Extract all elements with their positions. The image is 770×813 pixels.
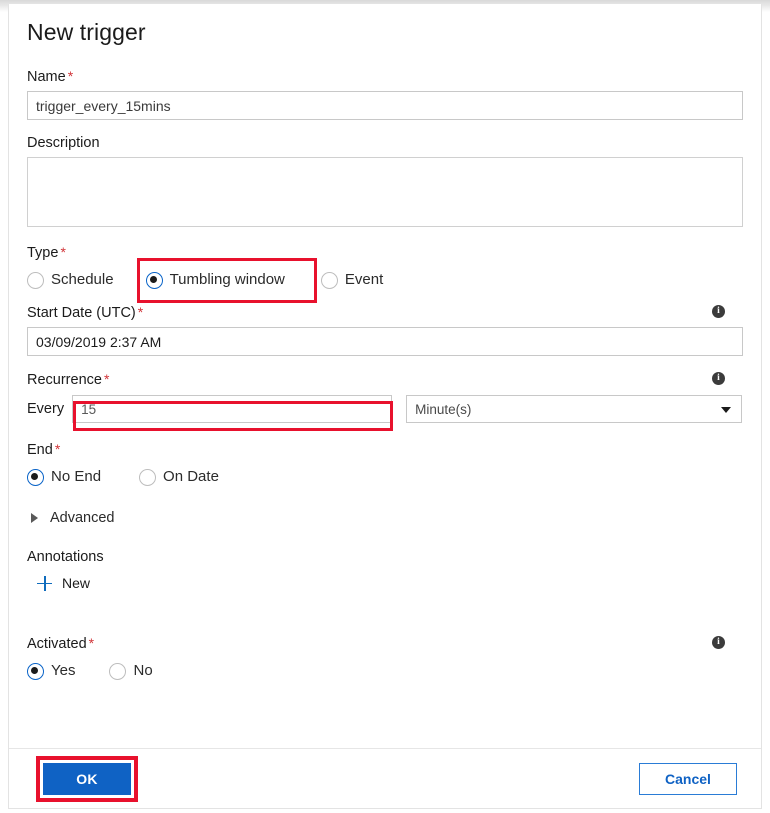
start-date-required-asterisk: * xyxy=(137,304,144,321)
advanced-label: Advanced xyxy=(50,510,115,527)
panel-body: New trigger Name* Description Type* xyxy=(9,4,761,748)
field-description: Description xyxy=(27,134,743,228)
end-radio-group: No End On Date xyxy=(27,464,743,490)
radio-type-tumbling-window-label: Tumbling window xyxy=(169,271,285,289)
page-title: New trigger xyxy=(27,19,146,45)
radio-type-schedule[interactable]: Schedule xyxy=(27,267,114,293)
start-date-label-text: Start Date (UTC) xyxy=(27,305,136,322)
chevron-down-icon xyxy=(721,407,732,414)
activated-radio-group: Yes No xyxy=(27,658,743,684)
radio-circle-selected-icon xyxy=(27,468,44,486)
cancel-button[interactable]: Cancel xyxy=(639,763,737,795)
radio-activated-yes-label: Yes xyxy=(51,662,76,680)
radio-end-on-date-label: On Date xyxy=(163,468,219,486)
annotations-new-button[interactable]: New xyxy=(37,572,743,594)
radio-end-no-end[interactable]: No End xyxy=(27,464,101,490)
start-date-label: Start Date (UTC) * xyxy=(27,303,743,322)
ok-button[interactable]: OK xyxy=(43,763,131,795)
recurrence-every-label: Every xyxy=(27,401,65,418)
radio-type-event-label: Event xyxy=(344,271,384,289)
screenshot-root: New trigger Name* Description Type* xyxy=(0,0,770,813)
new-trigger-panel: New trigger Name* Description Type* xyxy=(8,4,762,809)
field-activated: Activated * i Yes No xyxy=(27,634,743,684)
type-label: Type * xyxy=(27,243,743,262)
name-label-text: Name xyxy=(27,69,66,86)
field-start-date: Start Date (UTC) * i xyxy=(27,303,743,357)
panel-footer: OK Cancel xyxy=(9,748,761,808)
radio-circle-icon xyxy=(27,271,44,289)
radio-activated-yes[interactable]: Yes xyxy=(27,658,75,684)
type-required-asterisk: * xyxy=(60,244,66,261)
advanced-expander[interactable]: Advanced xyxy=(31,508,743,528)
radio-circle-icon xyxy=(139,468,157,486)
radio-type-event[interactable]: Event xyxy=(320,267,384,293)
start-date-input[interactable] xyxy=(27,327,743,357)
type-label-text: Type xyxy=(27,245,59,262)
description-label: Description xyxy=(27,135,100,152)
radio-circle-selected-icon xyxy=(27,662,44,680)
field-type: Type * Schedule Tumbling window Event xyxy=(27,243,743,293)
field-name: Name * xyxy=(27,67,743,121)
radio-circle-icon xyxy=(109,662,127,680)
annotations-new-label: New xyxy=(62,575,91,592)
activated-label-text: Activated xyxy=(27,636,87,653)
recurrence-required-asterisk: * xyxy=(103,371,110,388)
radio-type-schedule-label: Schedule xyxy=(51,271,114,289)
annotations-label: Annotations xyxy=(27,549,104,566)
radio-circle-icon xyxy=(320,271,338,289)
radio-circle-selected-icon xyxy=(145,271,163,289)
recurrence-interval-input[interactable] xyxy=(72,395,393,424)
radio-end-on-date[interactable]: On Date xyxy=(139,464,219,490)
chevron-right-icon xyxy=(31,513,38,524)
field-end: End * No End On Date xyxy=(27,440,743,490)
end-label: End * xyxy=(27,440,743,459)
recurrence-row: Every Minute(s) xyxy=(27,394,743,424)
recurrence-unit-value: Minute(s) xyxy=(415,401,472,417)
plus-icon xyxy=(37,575,52,591)
activated-label: Activated * xyxy=(27,634,743,653)
field-recurrence: Recurrence* i Every Minute(s) xyxy=(27,370,743,424)
type-radio-group: Schedule Tumbling window Event xyxy=(27,267,743,293)
recurrence-unit-select[interactable]: Minute(s) xyxy=(406,395,743,424)
activated-required-asterisk: * xyxy=(88,635,95,652)
radio-type-tumbling-window[interactable]: Tumbling window xyxy=(145,267,285,293)
radio-activated-no-label: No xyxy=(133,662,153,680)
end-required-asterisk: * xyxy=(54,441,61,458)
radio-end-no-end-label: No End xyxy=(51,468,102,486)
recurrence-label-text: Recurrence xyxy=(27,372,102,389)
end-label-text: End xyxy=(27,442,53,459)
field-annotations: Annotations New xyxy=(27,548,743,594)
name-required-asterisk: * xyxy=(67,68,74,85)
recurrence-label: Recurrence * xyxy=(27,370,743,389)
description-textarea[interactable] xyxy=(27,157,743,228)
radio-activated-no[interactable]: No xyxy=(109,658,153,684)
name-label: Name * xyxy=(27,67,743,86)
name-input[interactable] xyxy=(27,91,743,121)
